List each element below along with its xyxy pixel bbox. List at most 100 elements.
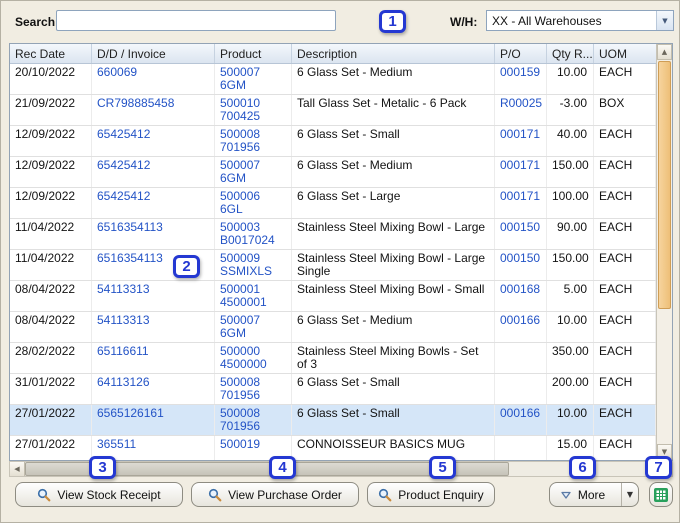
- table-row[interactable]: 11/04/2022 6516354113 500009 SSMIXLS Stainle…: [10, 250, 656, 281]
- cell-uom: EACH: [594, 312, 656, 342]
- cell-product: 500006 6GL: [215, 188, 292, 218]
- cell-po[interactable]: 000168: [495, 281, 547, 311]
- cell-uom: EACH: [594, 405, 656, 435]
- table-row[interactable]: 21/09/2022 CR798885458 500010 700425 Tall Gl…: [10, 95, 656, 126]
- product-code-link[interactable]: 4500000: [220, 358, 287, 371]
- cell-po[interactable]: 000159: [495, 64, 547, 94]
- cell-invoice-link[interactable]: 65425412: [92, 126, 215, 156]
- view-purchase-order-button[interactable]: View Purchase Order: [191, 482, 359, 507]
- cell-invoice-link[interactable]: 6565126161: [92, 405, 215, 435]
- annotation-badge-5: 5: [429, 456, 456, 479]
- cell-qty: 100.00: [547, 188, 594, 218]
- cell-invoice-link[interactable]: 65425412: [92, 157, 215, 187]
- cell-qty: 10.00: [547, 405, 594, 435]
- product-code-link[interactable]: 6GL: [220, 203, 287, 216]
- cell-po[interactable]: 000166: [495, 312, 547, 342]
- table-row[interactable]: 08/04/2022 54113313 500007 6GM 6 Glass Set -…: [10, 312, 656, 343]
- cell-description: CONNOISSEUR BASICS MUG: [292, 436, 495, 460]
- column-header-product[interactable]: Product: [215, 44, 292, 63]
- cell-rec-date: 12/09/2022: [10, 188, 92, 218]
- table-row[interactable]: 11/04/2022 6516354113 500003 B0017024 Stainl…: [10, 219, 656, 250]
- scroll-left-icon[interactable]: ◀: [10, 462, 25, 476]
- cell-invoice-link[interactable]: CR798885458: [92, 95, 215, 125]
- product-code-link[interactable]: 6GM: [220, 172, 287, 185]
- search-input[interactable]: [56, 10, 336, 31]
- product-enquiry-button[interactable]: Product Enquiry: [367, 482, 495, 507]
- cell-invoice-link[interactable]: 660069: [92, 64, 215, 94]
- more-dropdown-arrow-icon[interactable]: ▼: [621, 483, 638, 506]
- cell-description: Stainless Steel Mixing Bowl - Large: [292, 219, 495, 249]
- column-header-rec-date[interactable]: Rec Date: [10, 44, 92, 63]
- cell-qty: 350.00: [547, 343, 594, 373]
- table-row[interactable]: 31/01/2022 64113126 500008 701956 6 Glass Se…: [10, 374, 656, 405]
- table-row[interactable]: 12/09/2022 65425412 500008 701956 6 Glass Se…: [10, 126, 656, 157]
- product-code-link[interactable]: 6GM: [220, 79, 287, 92]
- product-code-link[interactable]: 500019: [220, 438, 287, 451]
- cell-invoice-link[interactable]: 54113313: [92, 281, 215, 311]
- table-row[interactable]: 12/09/2022 65425412 500006 6GL 6 Glass Set -…: [10, 188, 656, 219]
- column-header-invoice[interactable]: D/D / Invoice: [92, 44, 215, 63]
- cell-invoice-link[interactable]: 65425412: [92, 188, 215, 218]
- product-code-link[interactable]: 700425: [220, 110, 287, 123]
- table-row[interactable]: 20/10/2022 660069 500007 6GM 6 Glass Set - M…: [10, 64, 656, 95]
- cell-po[interactable]: 000150: [495, 250, 547, 280]
- product-code-link[interactable]: 701956: [220, 389, 287, 402]
- table-row[interactable]: 27/01/2022 6565126161 500008 701956 6 Glass …: [10, 405, 656, 436]
- column-header-qty[interactable]: Qty R...: [547, 44, 594, 63]
- cell-rec-date: 11/04/2022: [10, 219, 92, 249]
- cell-rec-date: 11/04/2022: [10, 250, 92, 280]
- cell-invoice-link[interactable]: 64113126: [92, 374, 215, 404]
- vertical-scrollbar[interactable]: ▲ ▼: [656, 44, 672, 460]
- cell-description: 6 Glass Set - Small: [292, 374, 495, 404]
- cell-product: 500007 6GM: [215, 64, 292, 94]
- cell-invoice-link[interactable]: 65116611: [92, 343, 215, 373]
- view-purchase-order-label: View Purchase Order: [228, 487, 342, 502]
- product-code-link[interactable]: 4500001: [220, 296, 287, 309]
- cell-invoice-link[interactable]: 6516354113: [92, 219, 215, 249]
- button-bar: View Stock Receipt View Purchase Order P…: [9, 482, 673, 508]
- more-button[interactable]: More ▼: [549, 482, 639, 507]
- cell-po[interactable]: 000171: [495, 126, 547, 156]
- magnifier-icon: [38, 488, 51, 501]
- cell-po[interactable]: 000171: [495, 157, 547, 187]
- cell-rec-date: 28/02/2022: [10, 343, 92, 373]
- cell-po[interactable]: 000150: [495, 219, 547, 249]
- warehouse-select[interactable]: XX - All Warehouses ▼: [486, 10, 674, 31]
- annotation-badge-1: 1: [379, 10, 406, 33]
- search-label: Search:: [15, 15, 60, 29]
- cell-po[interactable]: 000166: [495, 405, 547, 435]
- cell-description: Stainless Steel Mixing Bowls - Set of 3: [292, 343, 495, 373]
- chevron-down-icon[interactable]: ▼: [656, 11, 673, 30]
- column-header-description[interactable]: Description: [292, 44, 495, 63]
- export-excel-button[interactable]: [649, 482, 673, 507]
- product-code-link[interactable]: 701956: [220, 420, 287, 433]
- table-row[interactable]: 08/04/2022 54113313 500001 4500001 Stainless…: [10, 281, 656, 312]
- product-code-link[interactable]: SSMIXLS: [220, 265, 287, 278]
- product-code-link[interactable]: B0017024: [220, 234, 287, 247]
- horizontal-scrollbar-track[interactable]: [25, 462, 657, 476]
- cell-qty: 40.00: [547, 126, 594, 156]
- product-code-link[interactable]: 701956: [220, 141, 287, 154]
- cell-po[interactable]: 000171: [495, 188, 547, 218]
- cell-description: 6 Glass Set - Small: [292, 405, 495, 435]
- warehouse-selected-value: XX - All Warehouses: [492, 13, 602, 28]
- cell-rec-date: 21/09/2022: [10, 95, 92, 125]
- table-row[interactable]: 28/02/2022 65116611 500000 4500000 Stainless…: [10, 343, 656, 374]
- vertical-scrollbar-thumb[interactable]: [658, 61, 671, 309]
- cell-rec-date: 08/04/2022: [10, 312, 92, 342]
- cell-po[interactable]: R00025: [495, 95, 547, 125]
- view-stock-receipt-button[interactable]: View Stock Receipt: [15, 482, 183, 507]
- cell-rec-date: 27/01/2022: [10, 436, 92, 460]
- cell-uom: EACH: [594, 374, 656, 404]
- table-row[interactable]: 12/09/2022 65425412 500007 6GM 6 Glass Set -…: [10, 157, 656, 188]
- column-header-uom[interactable]: UOM: [594, 44, 656, 63]
- scroll-up-icon[interactable]: ▲: [657, 44, 672, 60]
- cell-invoice-link[interactable]: 54113313: [92, 312, 215, 342]
- column-header-po[interactable]: P/O: [495, 44, 547, 63]
- cell-description: 6 Glass Set - Medium: [292, 64, 495, 94]
- cell-uom: EACH: [594, 126, 656, 156]
- annotation-badge-6: 6: [569, 456, 596, 479]
- product-code-link[interactable]: 6GM: [220, 327, 287, 340]
- more-label: More: [577, 487, 606, 502]
- receipts-table: Rec Date D/D / Invoice Product Descripti…: [9, 43, 673, 461]
